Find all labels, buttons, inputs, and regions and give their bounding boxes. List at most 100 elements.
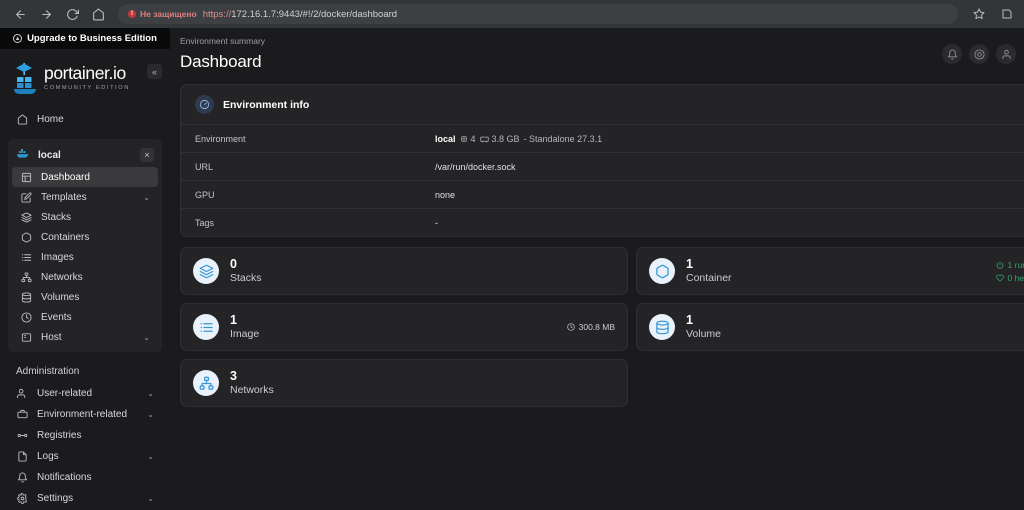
- help-icon[interactable]: [969, 44, 989, 64]
- sidebar-item-networks[interactable]: Networks: [12, 267, 158, 287]
- sidebar-item-logs[interactable]: Logs ⌄: [8, 446, 162, 467]
- sidebar-item-label: Host: [41, 331, 62, 343]
- sidebar-item-containers[interactable]: Containers: [12, 227, 158, 247]
- environment-nav-list: Dashboard Templates ⌄ Stacks Containers: [8, 167, 162, 347]
- resource-count: 0: [230, 257, 237, 272]
- stat-healthy: 0 healthy: [995, 273, 1024, 283]
- environment-name-value: local: [435, 133, 456, 144]
- info-row-gpu: GPU none: [181, 180, 1024, 208]
- sidebar-item-events[interactable]: Events: [12, 307, 158, 327]
- chevron-down-icon: ⌄: [147, 494, 154, 503]
- resource-text: 1 Volume: [686, 313, 721, 341]
- sidebar-collapse-button[interactable]: «: [147, 64, 162, 79]
- info-row-environment: Environment local 4 3.8 GB - Standalone …: [181, 124, 1024, 152]
- forward-arrow-icon[interactable]: [34, 2, 58, 26]
- resource-card-networks[interactable]: 3 Networks: [180, 359, 628, 407]
- heart-icon: [995, 274, 1004, 281]
- bell-icon[interactable]: [942, 44, 962, 64]
- resource-card-volume[interactable]: 1 Volume: [636, 303, 1024, 351]
- info-row-url: URL /var/run/docker.sock: [181, 152, 1024, 180]
- card-header: Environment info: [181, 85, 1024, 124]
- home-icon[interactable]: [86, 2, 110, 26]
- volumes-icon: [649, 314, 675, 340]
- home-icon: [16, 114, 28, 125]
- resource-count: 1: [686, 257, 693, 272]
- memory-info: 3.8 GB: [479, 134, 520, 144]
- app-shell: ▲ Upgrade to Business Edition portainer.…: [0, 28, 1024, 510]
- chevron-down-icon: ⌄: [147, 452, 154, 461]
- portainer-logo-icon: [14, 63, 36, 94]
- environment-header[interactable]: local ×: [8, 143, 162, 167]
- back-arrow-icon[interactable]: [8, 2, 32, 26]
- info-row-tags: Tags -: [181, 208, 1024, 236]
- close-icon[interactable]: ×: [140, 148, 154, 162]
- cpu-icon: [460, 135, 467, 142]
- chevron-down-icon: ⌄: [143, 192, 150, 202]
- not-secure-icon: !: [128, 10, 136, 18]
- stacks-icon: [20, 211, 32, 223]
- chevron-down-icon: ⌄: [147, 389, 154, 398]
- info-value: /var/run/docker.sock: [435, 161, 516, 172]
- users-icon: [16, 388, 28, 399]
- resource-card-stacks[interactable]: 0 Stacks: [180, 247, 628, 295]
- sidebar-item-notifications[interactable]: Notifications: [8, 467, 162, 488]
- sidebar-item-label: Settings: [37, 493, 74, 504]
- url-rest: 172.16.1.7:9443/#!/2/docker/dashboard: [231, 8, 398, 20]
- events-icon: [20, 311, 32, 323]
- toolbar-actions: [966, 5, 1016, 23]
- info-value: local 4 3.8 GB - Standalone 27.3.1: [435, 134, 602, 144]
- url-scheme: https://: [202, 8, 232, 20]
- sidebar-item-label: Images: [41, 251, 74, 263]
- security-badge[interactable]: ! Не защищено: [128, 9, 197, 19]
- bell-icon: [16, 472, 28, 483]
- star-icon[interactable]: [970, 5, 988, 23]
- brand-name: portainer.io: [44, 62, 126, 83]
- info-value: -: [435, 217, 438, 228]
- brand-text: portainer.io COMMUNITY EDITION: [44, 62, 130, 91]
- sidebar-item-home[interactable]: Home: [8, 109, 162, 130]
- cpu-count: 4: [470, 133, 476, 144]
- user-icon[interactable]: [996, 44, 1016, 64]
- resource-count: 1: [686, 313, 693, 328]
- sidebar-item-images[interactable]: Images: [12, 247, 158, 267]
- sidebar-item-label: Events: [41, 311, 72, 323]
- environment-info-card: Environment info Environment local 4 3.8…: [180, 84, 1024, 237]
- networks-icon: [20, 271, 32, 283]
- environment-icon: [16, 409, 28, 420]
- header-actions: [942, 44, 1016, 64]
- sidebar-item-label: Registries: [37, 430, 82, 441]
- sidebar-item-volumes[interactable]: Volumes: [12, 287, 158, 307]
- resource-label: Stacks: [230, 271, 262, 284]
- stat-running-label: 1 running: [1007, 259, 1024, 270]
- resource-text: 1 Container: [686, 257, 732, 285]
- breadcrumb: Environment summary: [180, 36, 266, 46]
- address-bar[interactable]: ! Не защищено https://172.16.1.7:9443/#!…: [118, 4, 958, 24]
- sidebar-item-dashboard[interactable]: Dashboard: [12, 167, 158, 187]
- resource-text: 3 Networks: [230, 369, 274, 397]
- resource-label: Networks: [230, 383, 274, 396]
- resource-card-image[interactable]: 1 Image 300.8 MB: [180, 303, 628, 351]
- upgrade-icon: ▲: [13, 34, 23, 43]
- sidebar-item-registries[interactable]: Registries: [8, 425, 162, 446]
- info-value: none: [435, 189, 456, 200]
- sidebar-item-label: User-related: [37, 388, 93, 399]
- sidebar-item-environment-related[interactable]: Environment-related ⌄: [8, 404, 162, 425]
- sidebar-item-label: Logs: [37, 451, 59, 462]
- logs-icon: [16, 451, 28, 462]
- sidebar-item-user-related[interactable]: User-related ⌄: [8, 383, 162, 404]
- resource-cards-grid: 0 Stacks 1 Container 1 running: [180, 247, 1024, 407]
- networks-icon: [193, 370, 219, 396]
- sidebar-item-templates[interactable]: Templates ⌄: [12, 187, 158, 207]
- image-size-group: 300.8 MB: [566, 322, 615, 332]
- reload-icon[interactable]: [60, 2, 84, 26]
- extensions-icon[interactable]: [998, 5, 1016, 23]
- images-icon: [20, 252, 32, 263]
- stacks-icon: [193, 258, 219, 284]
- page-header: Environment summary Dashboard: [170, 36, 1024, 72]
- cpu-info: 4: [460, 134, 476, 144]
- sidebar-item-host[interactable]: Host ⌄: [12, 327, 158, 347]
- sidebar-item-settings[interactable]: Settings ⌄: [8, 488, 162, 509]
- resource-card-container[interactable]: 1 Container 1 running 0 healthy: [636, 247, 1024, 295]
- upgrade-to-business-edition-banner[interactable]: ▲ Upgrade to Business Edition: [0, 28, 170, 49]
- sidebar-item-stacks[interactable]: Stacks: [12, 207, 158, 227]
